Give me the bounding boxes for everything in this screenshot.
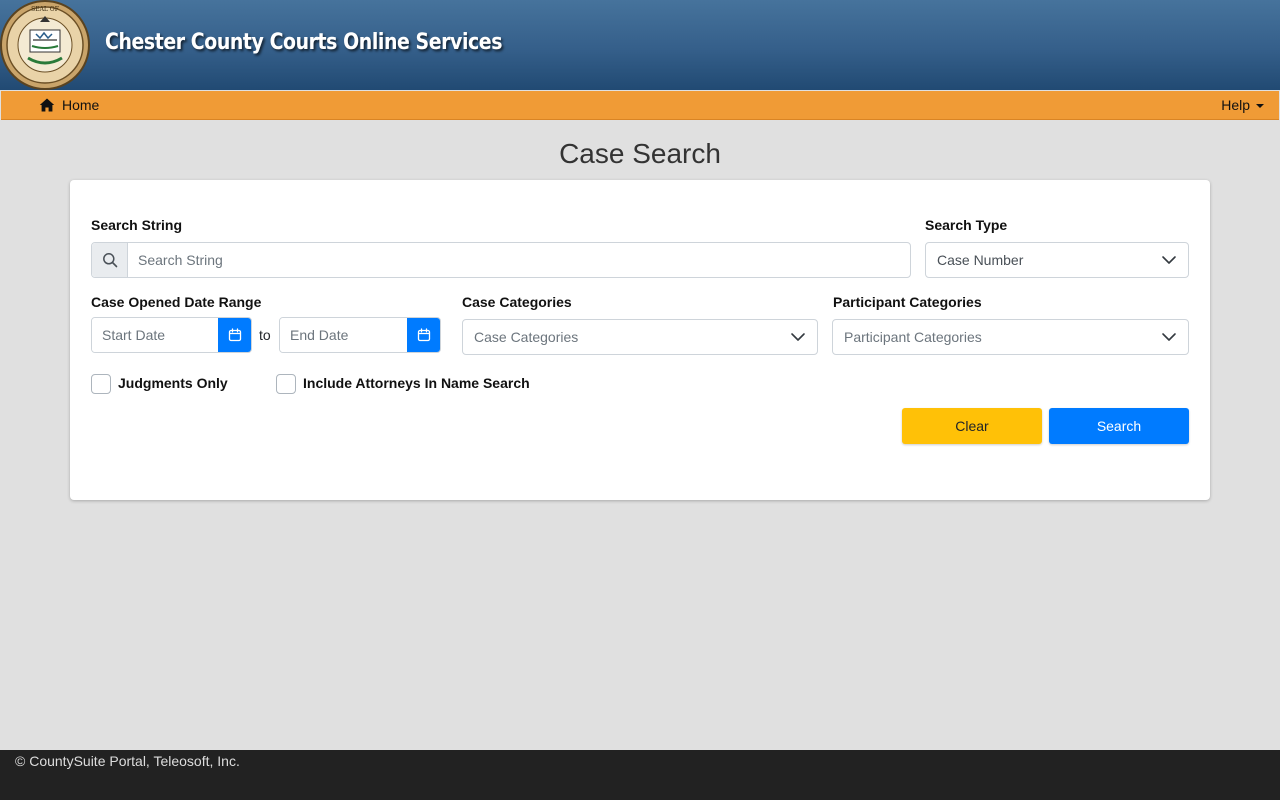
chevron-down-icon: [791, 333, 805, 341]
search-type-value: Case Number: [937, 252, 1024, 268]
start-date-input[interactable]: [92, 318, 218, 352]
county-seal-logo[interactable]: SEAL OF: [0, 0, 90, 90]
end-date-group: [279, 317, 441, 353]
nav-home-link[interactable]: Home: [39, 91, 99, 119]
end-date-input[interactable]: [280, 318, 407, 352]
date-range-to-label: to: [259, 327, 271, 343]
case-categories-placeholder: Case Categories: [474, 329, 579, 345]
calendar-icon: [417, 328, 430, 342]
calendar-icon: [228, 328, 241, 342]
search-addon: [92, 243, 128, 277]
page-footer: © CountySuite Portal, Teleosoft, Inc.: [0, 750, 1280, 800]
search-string-label: Search String: [91, 217, 183, 233]
top-navbar: Home Help: [1, 91, 1279, 120]
footer-copyright: © CountySuite Portal, Teleosoft, Inc.: [15, 753, 240, 769]
nav-help-label: Help: [1221, 97, 1250, 113]
clear-button[interactable]: Clear: [902, 408, 1042, 444]
participant-categories-label: Participant Categories: [833, 294, 982, 310]
search-string-input[interactable]: [128, 243, 910, 277]
search-string-group: [91, 242, 911, 278]
page-title: Case Search: [559, 138, 721, 169]
case-categories-label: Case Categories: [462, 294, 572, 310]
participant-categories-select[interactable]: Participant Categories: [832, 319, 1189, 355]
judgments-only-checkbox[interactable]: [91, 374, 111, 394]
nav-help-dropdown[interactable]: Help: [1221, 91, 1264, 119]
svg-text:SEAL OF: SEAL OF: [31, 6, 59, 13]
search-button[interactable]: Search: [1049, 408, 1189, 444]
participant-categories-placeholder: Participant Categories: [844, 329, 982, 345]
case-categories-select[interactable]: Case Categories: [462, 319, 818, 355]
home-icon: [39, 98, 55, 112]
date-range-label: Case Opened Date Range: [91, 294, 262, 310]
nav-home-label: Home: [62, 97, 100, 113]
site-header: SEAL OF Chester County Courts Online Ser…: [0, 0, 1280, 90]
start-date-calendar-button[interactable]: [218, 318, 251, 352]
search-icon: [102, 253, 117, 268]
search-type-select[interactable]: Case Number: [925, 242, 1189, 278]
caret-down-icon: [1256, 104, 1264, 108]
case-search-card: Search String Search Type Case Number Ca…: [70, 180, 1210, 500]
include-attorneys-checkbox[interactable]: [276, 374, 296, 394]
judgments-only-label[interactable]: Judgments Only: [118, 375, 228, 391]
start-date-group: [91, 317, 252, 353]
chevron-down-icon: [1162, 256, 1176, 264]
chevron-down-icon: [1162, 333, 1176, 341]
search-type-label: Search Type: [925, 217, 1008, 233]
site-title: Chester County Courts Online Services: [105, 30, 503, 55]
end-date-calendar-button[interactable]: [407, 318, 440, 352]
include-attorneys-label[interactable]: Include Attorneys In Name Search: [303, 375, 530, 391]
